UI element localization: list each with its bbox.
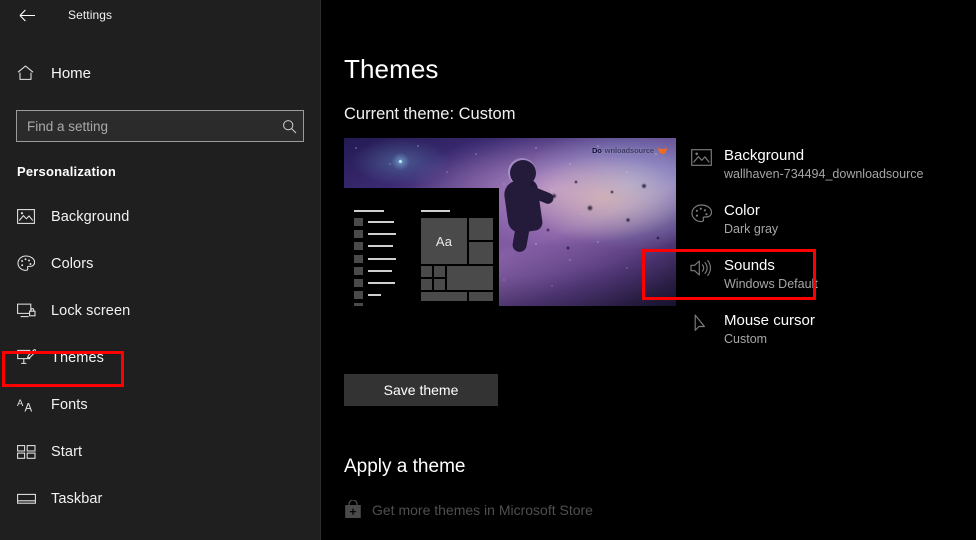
lock-screen-icon [17,303,39,318]
sidebar-item-home[interactable]: Home [0,56,320,90]
property-value: Windows Default [724,277,818,291]
sidebar-item-lock-screen[interactable]: Lock screen [0,287,320,334]
page-title: Themes [344,54,439,84]
svg-text:A: A [25,402,33,413]
mockup-tile [469,292,493,301]
sidebar-item-colors[interactable]: Colors [0,240,320,287]
mockup-content-header [421,210,450,212]
start-tiles-icon [17,444,39,459]
sidebar-item-label: Lock screen [51,302,131,319]
mockup-sidebar-row [354,242,412,251]
mockup-sidebar-row [354,254,412,263]
sidebar-item-themes[interactable]: Themes [0,334,320,381]
app-title: Settings [68,8,113,22]
sidebar-category-label: Personalization [17,164,117,179]
search-icon[interactable] [282,119,297,134]
apply-theme-heading: Apply a theme [344,456,466,477]
sidebar-item-label: Start [51,443,83,460]
property-title: Mouse cursor [724,312,815,329]
home-icon [17,65,39,81]
picture-icon [17,209,39,224]
mockup-sidebar-row [354,291,412,300]
sidebar-nav-list: Background Colors Lock screen Themes A A… [0,193,320,522]
sidebar-item-background[interactable]: Background [0,193,320,240]
property-title: Background [724,147,805,164]
back-arrow-icon[interactable] [12,2,42,28]
save-theme-button[interactable]: Save theme [344,374,498,406]
mockup-tile [421,292,467,301]
property-value: Custom [724,332,768,346]
mockup-tile [469,218,493,240]
mockup-sidebar-row [354,278,412,287]
property-value: wallhaven-734494_downloadsource [724,167,924,181]
mockup-content: Aa [421,210,493,301]
svg-text:A: A [17,398,24,409]
sidebar-item-label: Colors [51,255,94,272]
sidebar-item-taskbar[interactable]: Taskbar [0,475,320,522]
property-row-sounds[interactable]: Sounds Windows Default [684,252,974,307]
microsoft-store-icon [344,500,362,519]
property-row-background[interactable]: Background wallhaven-734494_downloadsour… [684,142,974,197]
mockup-sidebar-row [354,303,412,306]
speaker-icon [684,256,718,277]
sidebar-item-fonts[interactable]: A A Fonts [0,381,320,428]
mockup-sample-text: Aa [421,218,467,264]
watermark-text-part1: Do [591,146,602,155]
current-theme-label: Current theme: Custom [344,105,516,123]
sidebar-item-label: Fonts [51,396,88,413]
sidebar-item-label: Themes [51,349,104,366]
mockup-sidebar-row [354,218,412,226]
mockup-sidebar [354,210,412,306]
mockup-tile [469,242,493,264]
sidebar-item-start[interactable]: Start [0,428,320,475]
main-content: Themes Current theme: Custom Do wnloadsou… [320,0,976,540]
fonts-aa-icon: A A [17,397,39,413]
property-row-mouse-cursor[interactable]: Mouse cursor Custom [684,307,974,362]
search-input[interactable] [27,118,282,134]
mouse-cursor-icon [684,311,718,334]
theme-preview[interactable]: Do wnloadsource Aa [344,138,676,306]
palette-icon [684,201,718,223]
sidebar: Settings Home Personalization [0,0,320,540]
downloadsource-watermark: Do wnloadsource [592,146,668,155]
theme-properties-list: Background wallhaven-734494_downloadsour… [684,142,974,362]
themes-brush-icon [17,349,39,366]
property-value: Dark gray [724,222,779,236]
mockup-sidebar-row [354,230,412,239]
watermark-text-part2: wnloadsource [604,146,654,155]
title-bar: Settings [0,0,320,30]
mockup-tile [447,266,493,290]
picture-icon [684,146,718,166]
get-more-themes-link[interactable]: Get more themes in Microsoft Store [344,500,593,519]
mockup-sidebar-header [354,210,384,212]
fox-logo-icon [657,146,668,155]
window-mockup: Aa [344,188,499,306]
sidebar-item-label: Background [51,208,130,225]
palette-icon [17,255,39,272]
get-more-themes-label: Get more themes in Microsoft Store [372,501,593,518]
property-row-color[interactable]: Color Dark gray [684,197,974,252]
property-title: Color [724,202,760,219]
search-box[interactable] [16,110,304,142]
sidebar-item-home-label: Home [51,64,92,82]
taskbar-icon [17,493,39,505]
property-title: Sounds [724,257,775,274]
mockup-sidebar-row [354,266,412,275]
settings-window: Settings Home Personalization [0,0,976,540]
mockup-tile-grid [421,266,445,290]
sidebar-item-label: Taskbar [51,490,103,507]
